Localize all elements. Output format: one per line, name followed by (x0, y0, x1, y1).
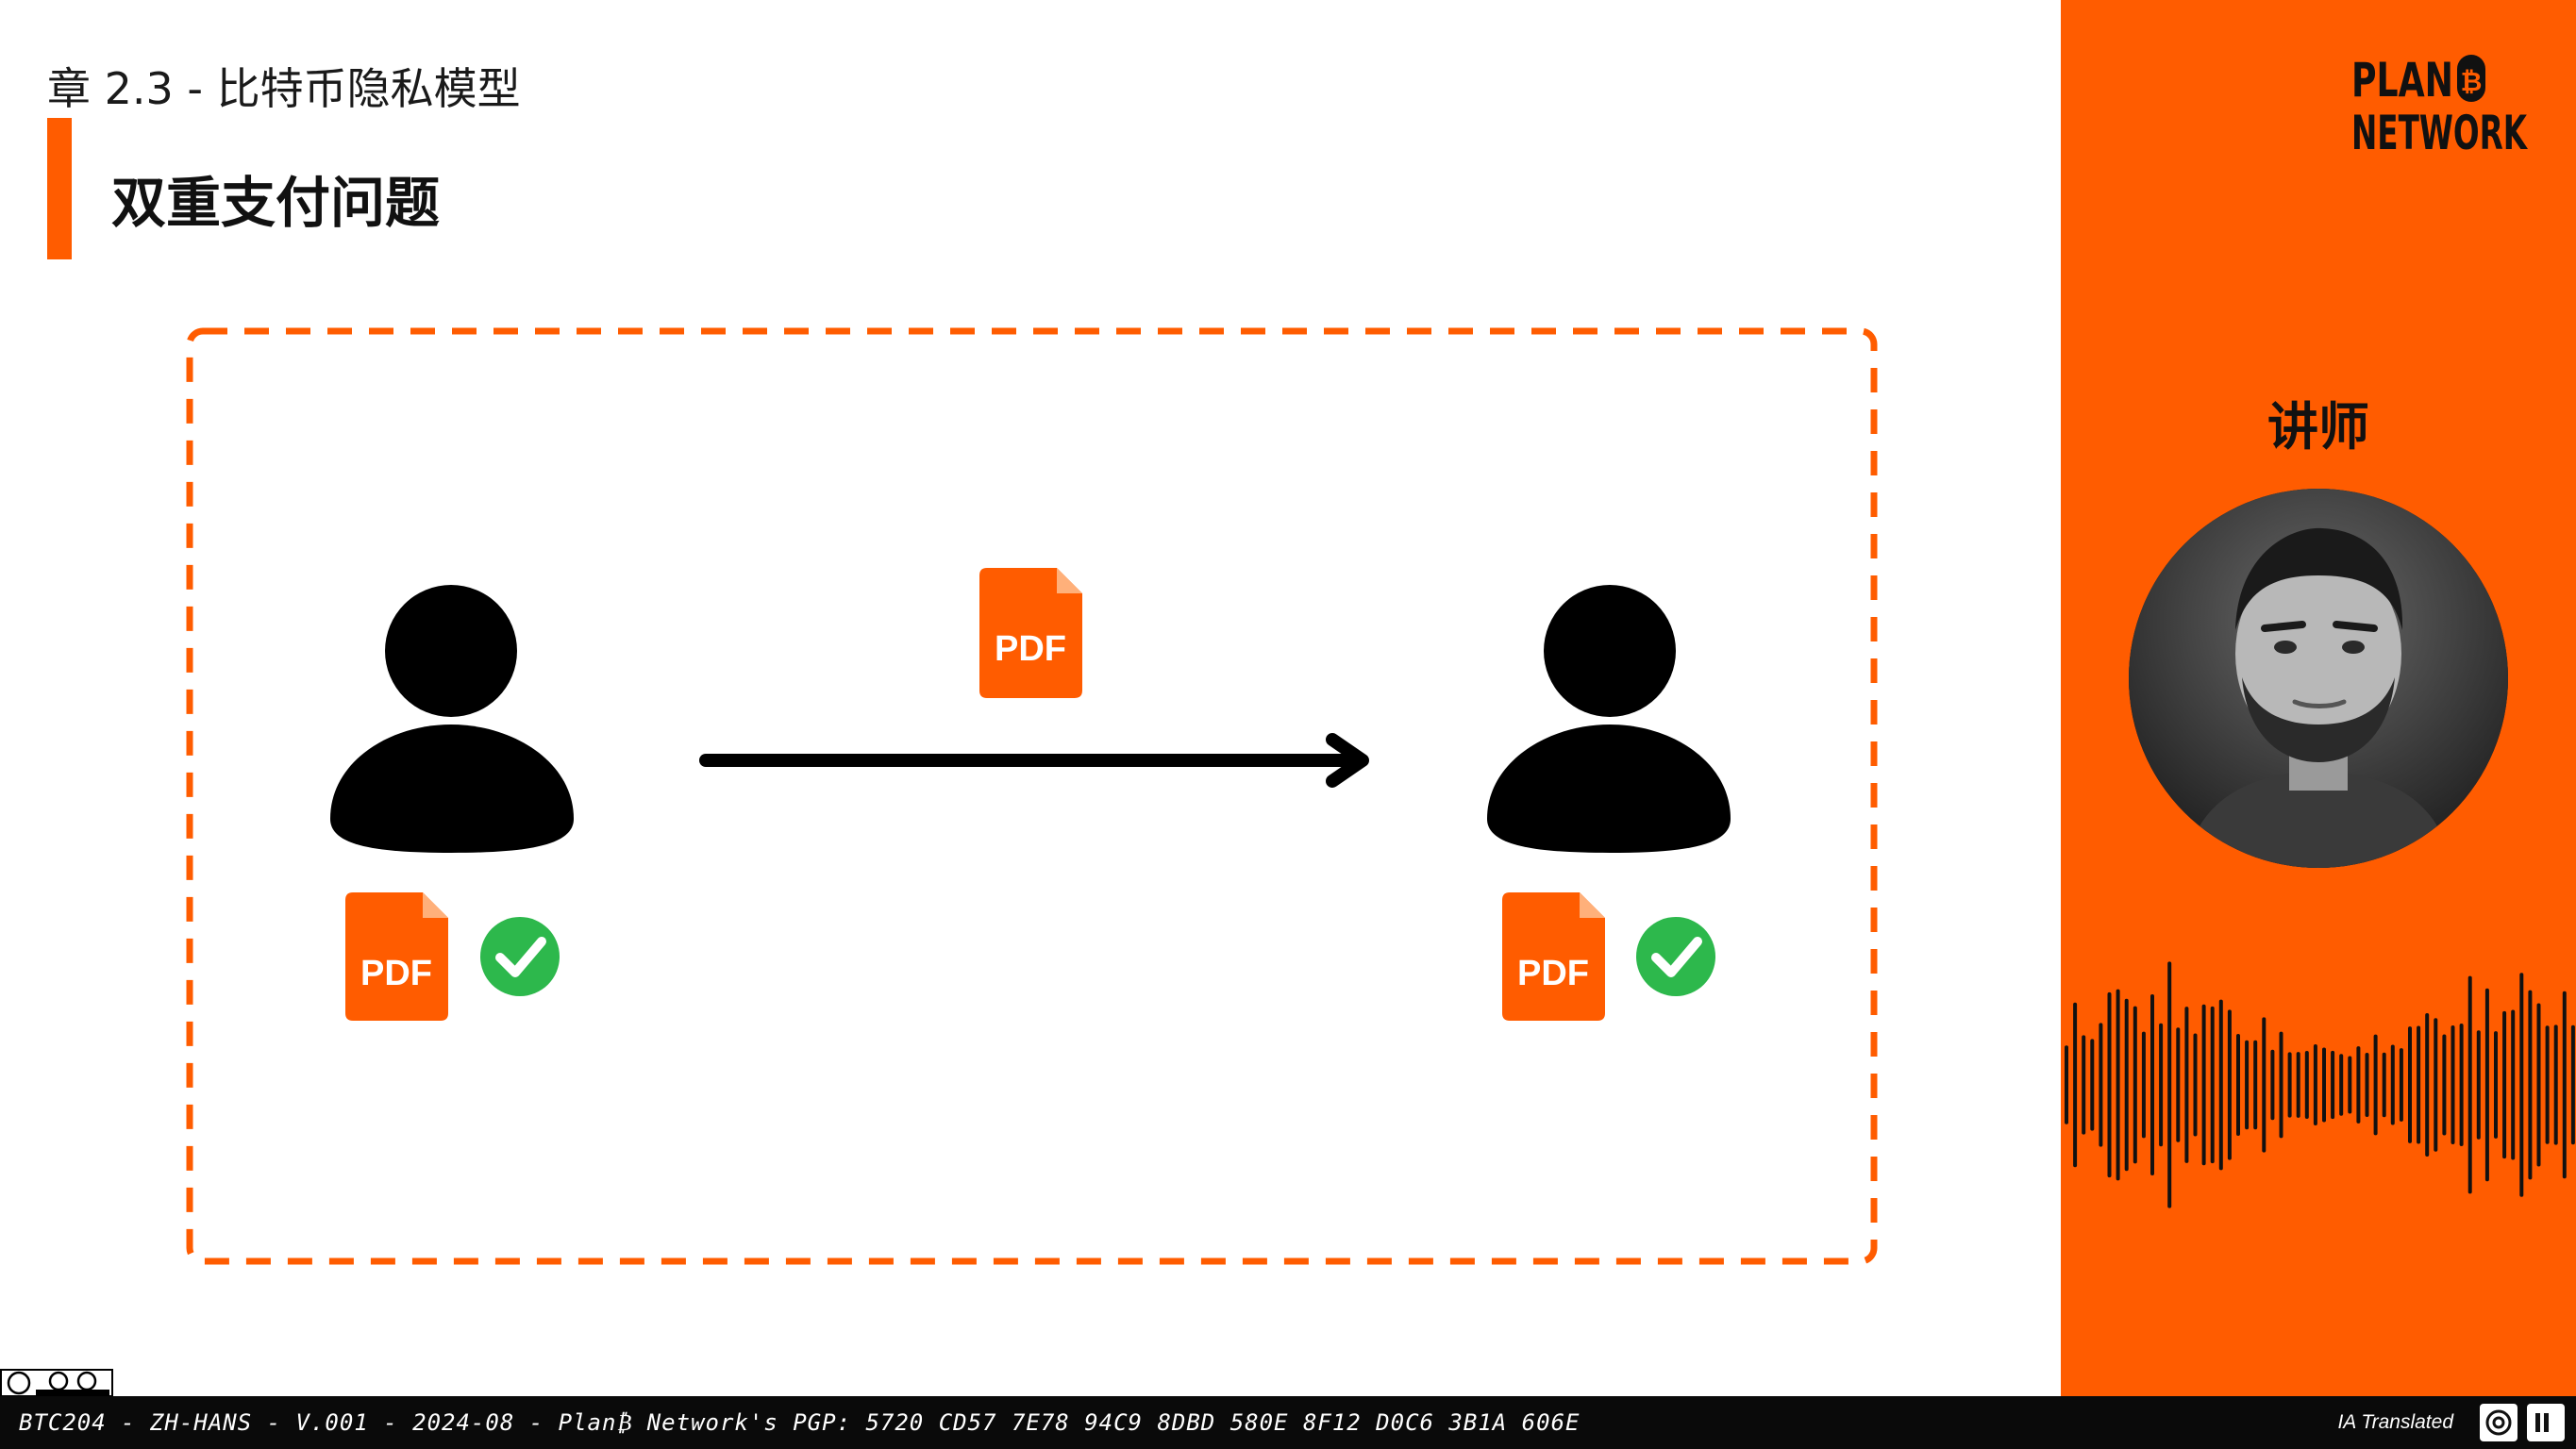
cc-by-sa-icon (0, 1369, 113, 1397)
transfer-arrow-icon (699, 733, 1369, 788)
sender-pdf-label: PDF (360, 954, 432, 993)
receiver-pdf-label: PDF (1517, 954, 1589, 993)
sender-user-icon (330, 585, 574, 853)
receiver-check-icon (1636, 917, 1715, 996)
openai-icon (2480, 1404, 2517, 1441)
instructor-avatar (2129, 489, 2508, 868)
pdf-in-transit-label: PDF (995, 629, 1066, 669)
receiver-user-icon (1487, 585, 1731, 853)
instructor-label: 讲师 (2267, 397, 2369, 457)
logo-bitcoin-symbol: ₿ (2461, 66, 2483, 97)
elevenlabs-icon (2527, 1404, 2565, 1441)
audio-waveform-icon (2065, 961, 2575, 1208)
instructor-photo (2129, 489, 2508, 868)
receiver-pdf-icon: PDF (1502, 892, 1605, 1021)
footer-metadata: BTC204 - ZH-HANS - V.001 - 2024-08 - Pla… (19, 1409, 1581, 1436)
plan-b-network-logo: PLAN ₿ NETWORK (2351, 53, 2528, 160)
sender-check-icon (480, 917, 560, 996)
logo-line-1: PLAN (2351, 53, 2453, 108)
logo-line-2: NETWORK (2351, 106, 2528, 160)
footer-bar: BTC204 - ZH-HANS - V.001 - 2024-08 - Pla… (0, 1396, 2576, 1449)
ia-translated-label: IA Translated (2337, 1411, 2453, 1433)
sender-pdf-icon: PDF (345, 892, 448, 1021)
double-spend-diagram: PDF PDF PDF (186, 327, 1878, 1265)
pdf-in-transit-icon: PDF (979, 568, 1082, 698)
